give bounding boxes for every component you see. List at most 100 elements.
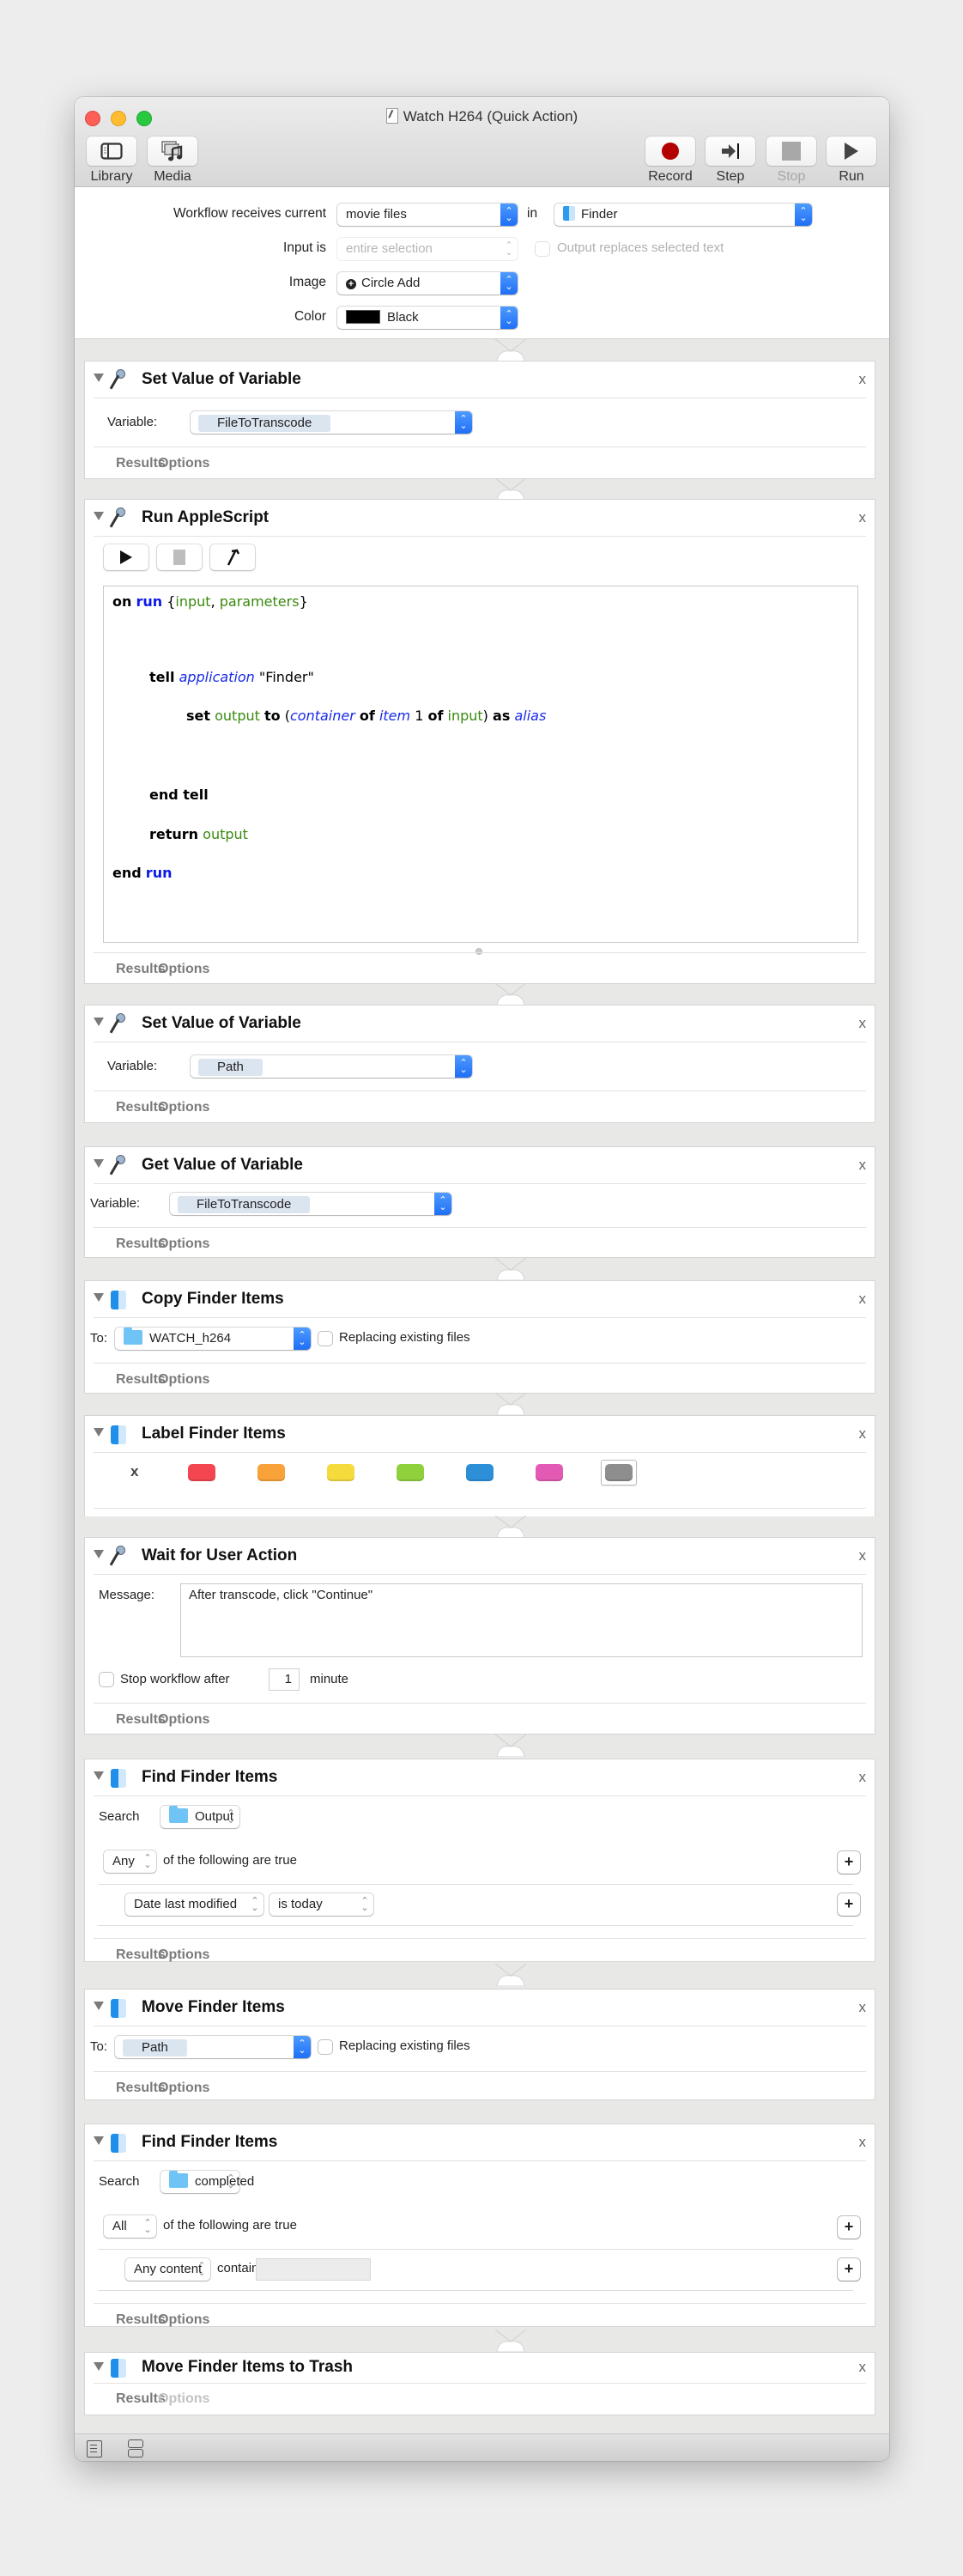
image-label: Image: [288, 275, 326, 289]
options-tab[interactable]: Options: [158, 1100, 209, 1115]
variable-popup[interactable]: Path ⌃ ⌄: [191, 1055, 472, 1078]
variable-label: Variable:: [107, 1059, 158, 1073]
disclosure-triangle-icon[interactable]: [94, 512, 104, 520]
close-action-icon[interactable]: x: [859, 1015, 867, 1032]
options-tab[interactable]: Options: [158, 1372, 209, 1388]
variable-popup[interactable]: FileToTranscode ⌃ ⌄: [170, 1193, 451, 1215]
label-color-swatch[interactable]: [188, 1464, 215, 1481]
add-criterion-row-button[interactable]: +: [838, 2258, 860, 2281]
color-popup[interactable]: Black ⌃ ⌄: [337, 307, 518, 329]
criterion-operator-popup[interactable]: is today ⌃ ⌄: [270, 1893, 373, 1916]
criterion-operator-value: is today: [278, 1897, 323, 1911]
match-popup[interactable]: All ⌃ ⌄: [104, 2215, 156, 2238]
popup-arrows-icon: ⌃ ⌄: [143, 1853, 152, 1870]
criterion-field-popup[interactable]: Date last modified ⌃ ⌄: [125, 1893, 263, 1916]
action-connector: [495, 339, 526, 361]
step-button[interactable]: [706, 137, 755, 166]
options-tab[interactable]: Options: [158, 2391, 209, 2407]
list-view-icon[interactable]: [87, 2440, 102, 2458]
close-action-icon[interactable]: x: [859, 1425, 867, 1443]
options-tab[interactable]: Options: [158, 1712, 209, 1728]
workflow-document-icon: [385, 108, 398, 124]
no-label-button[interactable]: x: [130, 1463, 138, 1480]
replacing-checkbox[interactable]: [318, 2040, 332, 2054]
stop-button[interactable]: [766, 137, 816, 166]
criterion-value-field[interactable]: [256, 2258, 371, 2281]
close-action-icon[interactable]: x: [859, 1999, 867, 2016]
media-icon: [161, 141, 183, 161]
receives-popup[interactable]: movie files ⌃ ⌄: [337, 204, 518, 226]
search-location-popup[interactable]: Output ⌃ ⌄: [160, 1806, 239, 1828]
options-tab[interactable]: Options: [158, 1236, 209, 1252]
variable-popup[interactable]: FileToTranscode ⌃ ⌄: [191, 411, 472, 434]
close-action-icon[interactable]: x: [859, 2134, 867, 2151]
action-footer: Results Options: [94, 1227, 866, 1260]
label-color-swatch[interactable]: [257, 1464, 285, 1481]
match-popup[interactable]: Any ⌃ ⌄: [104, 1850, 156, 1873]
disclosure-triangle-icon[interactable]: [94, 2002, 104, 2010]
action-header: Wait for User Action x: [94, 1538, 866, 1575]
disclosure-triangle-icon[interactable]: [94, 374, 104, 382]
action-connector: [495, 1964, 526, 1986]
destination-value: WATCH_h264: [149, 1331, 232, 1346]
add-criterion-row-button[interactable]: +: [838, 1893, 860, 1916]
script-run-button[interactable]: [104, 544, 148, 570]
message-field[interactable]: After transcode, click "Continue": [180, 1583, 863, 1657]
script-editor[interactable]: on run {input, parameters} tell applicat…: [103, 586, 858, 943]
label-color-swatch[interactable]: [327, 1464, 354, 1481]
add-criteria-button[interactable]: +: [838, 2216, 860, 2239]
workflow-view-icon[interactable]: [128, 2439, 143, 2448]
label-color-swatch[interactable]: [536, 1464, 563, 1481]
popup-arrows-icon: ⌃ ⌄: [795, 204, 812, 226]
close-action-icon[interactable]: x: [859, 1769, 867, 1786]
close-action-icon[interactable]: x: [859, 1157, 867, 1174]
stop-workflow-checkbox[interactable]: [100, 1673, 113, 1686]
disclosure-triangle-icon[interactable]: [94, 1018, 104, 1026]
disclosure-triangle-icon[interactable]: [94, 1293, 104, 1302]
disclosure-triangle-icon[interactable]: [94, 1428, 104, 1437]
criterion-field-popup[interactable]: Any content ⌃ ⌄: [125, 2258, 210, 2281]
options-tab[interactable]: Options: [158, 2081, 209, 2096]
options-tab[interactable]: Options: [158, 456, 209, 471]
disclosure-triangle-icon[interactable]: [94, 1159, 104, 1168]
options-tab[interactable]: Options: [158, 1947, 209, 1963]
input-is-popup[interactable]: entire selection ⌃ ⌄: [337, 238, 518, 260]
application-popup[interactable]: Finder ⌃ ⌄: [554, 204, 812, 226]
popup-arrows-icon: ⌃ ⌄: [227, 1808, 235, 1826]
script-compile-button[interactable]: [210, 544, 255, 570]
close-action-icon[interactable]: x: [859, 1291, 867, 1308]
close-action-icon[interactable]: x: [859, 509, 867, 526]
popup-arrows-icon: ⌃ ⌄: [500, 204, 518, 226]
options-tab[interactable]: Options: [158, 962, 209, 977]
script-stop-button[interactable]: [157, 544, 202, 570]
destination-popup[interactable]: WATCH_h264 ⌃ ⌄: [115, 1327, 311, 1350]
label-color-swatch[interactable]: [397, 1464, 424, 1481]
disclosure-triangle-icon[interactable]: [94, 1771, 104, 1780]
label-color-swatch[interactable]: [466, 1464, 494, 1481]
stop-minutes-field[interactable]: 1: [269, 1668, 300, 1691]
disclosure-triangle-icon[interactable]: [94, 1550, 104, 1558]
disclosure-triangle-icon[interactable]: [94, 2136, 104, 2145]
close-action-icon[interactable]: x: [859, 371, 867, 388]
run-button[interactable]: [827, 137, 876, 166]
disclosure-triangle-icon[interactable]: [94, 2362, 104, 2371]
replacing-checkbox[interactable]: [318, 1332, 332, 1346]
action-title: Run AppleScript: [142, 508, 270, 526]
run-label: Run: [839, 169, 864, 184]
stop-workflow-label: Stop workflow after: [120, 1672, 230, 1686]
media-button[interactable]: [148, 137, 197, 166]
close-action-icon[interactable]: x: [859, 1547, 867, 1564]
search-location-popup[interactable]: completed ⌃ ⌄: [160, 2171, 254, 2193]
variable-token: Path: [198, 1059, 263, 1076]
replacing-label: Replacing existing files: [339, 1330, 470, 1345]
add-criteria-button[interactable]: +: [838, 1851, 860, 1874]
image-popup[interactable]: + Circle Add ⌃ ⌄: [337, 272, 518, 295]
output-replaces-checkbox[interactable]: [536, 242, 549, 256]
destination-popup[interactable]: Path ⌃ ⌄: [115, 2036, 311, 2058]
search-label: Search: [99, 1809, 140, 1824]
record-button[interactable]: [645, 137, 695, 166]
label-color-swatch[interactable]: [605, 1464, 633, 1481]
library-button[interactable]: [87, 137, 136, 166]
close-action-icon[interactable]: x: [859, 2359, 867, 2376]
options-tab[interactable]: Options: [158, 2312, 209, 2328]
